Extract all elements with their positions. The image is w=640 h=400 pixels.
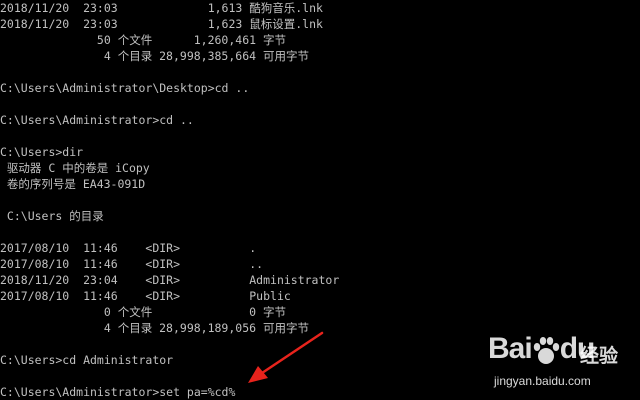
baidu-paw-icon bbox=[533, 337, 560, 364]
baidu-jingyan-watermark: Bai du 经验 jingyan.baidu.com bbox=[488, 332, 636, 394]
baidu-logo-text: Bai bbox=[488, 332, 533, 365]
watermark-chinese: 经验 bbox=[580, 345, 619, 367]
watermark-url: jingyan.baidu.com bbox=[494, 374, 591, 388]
